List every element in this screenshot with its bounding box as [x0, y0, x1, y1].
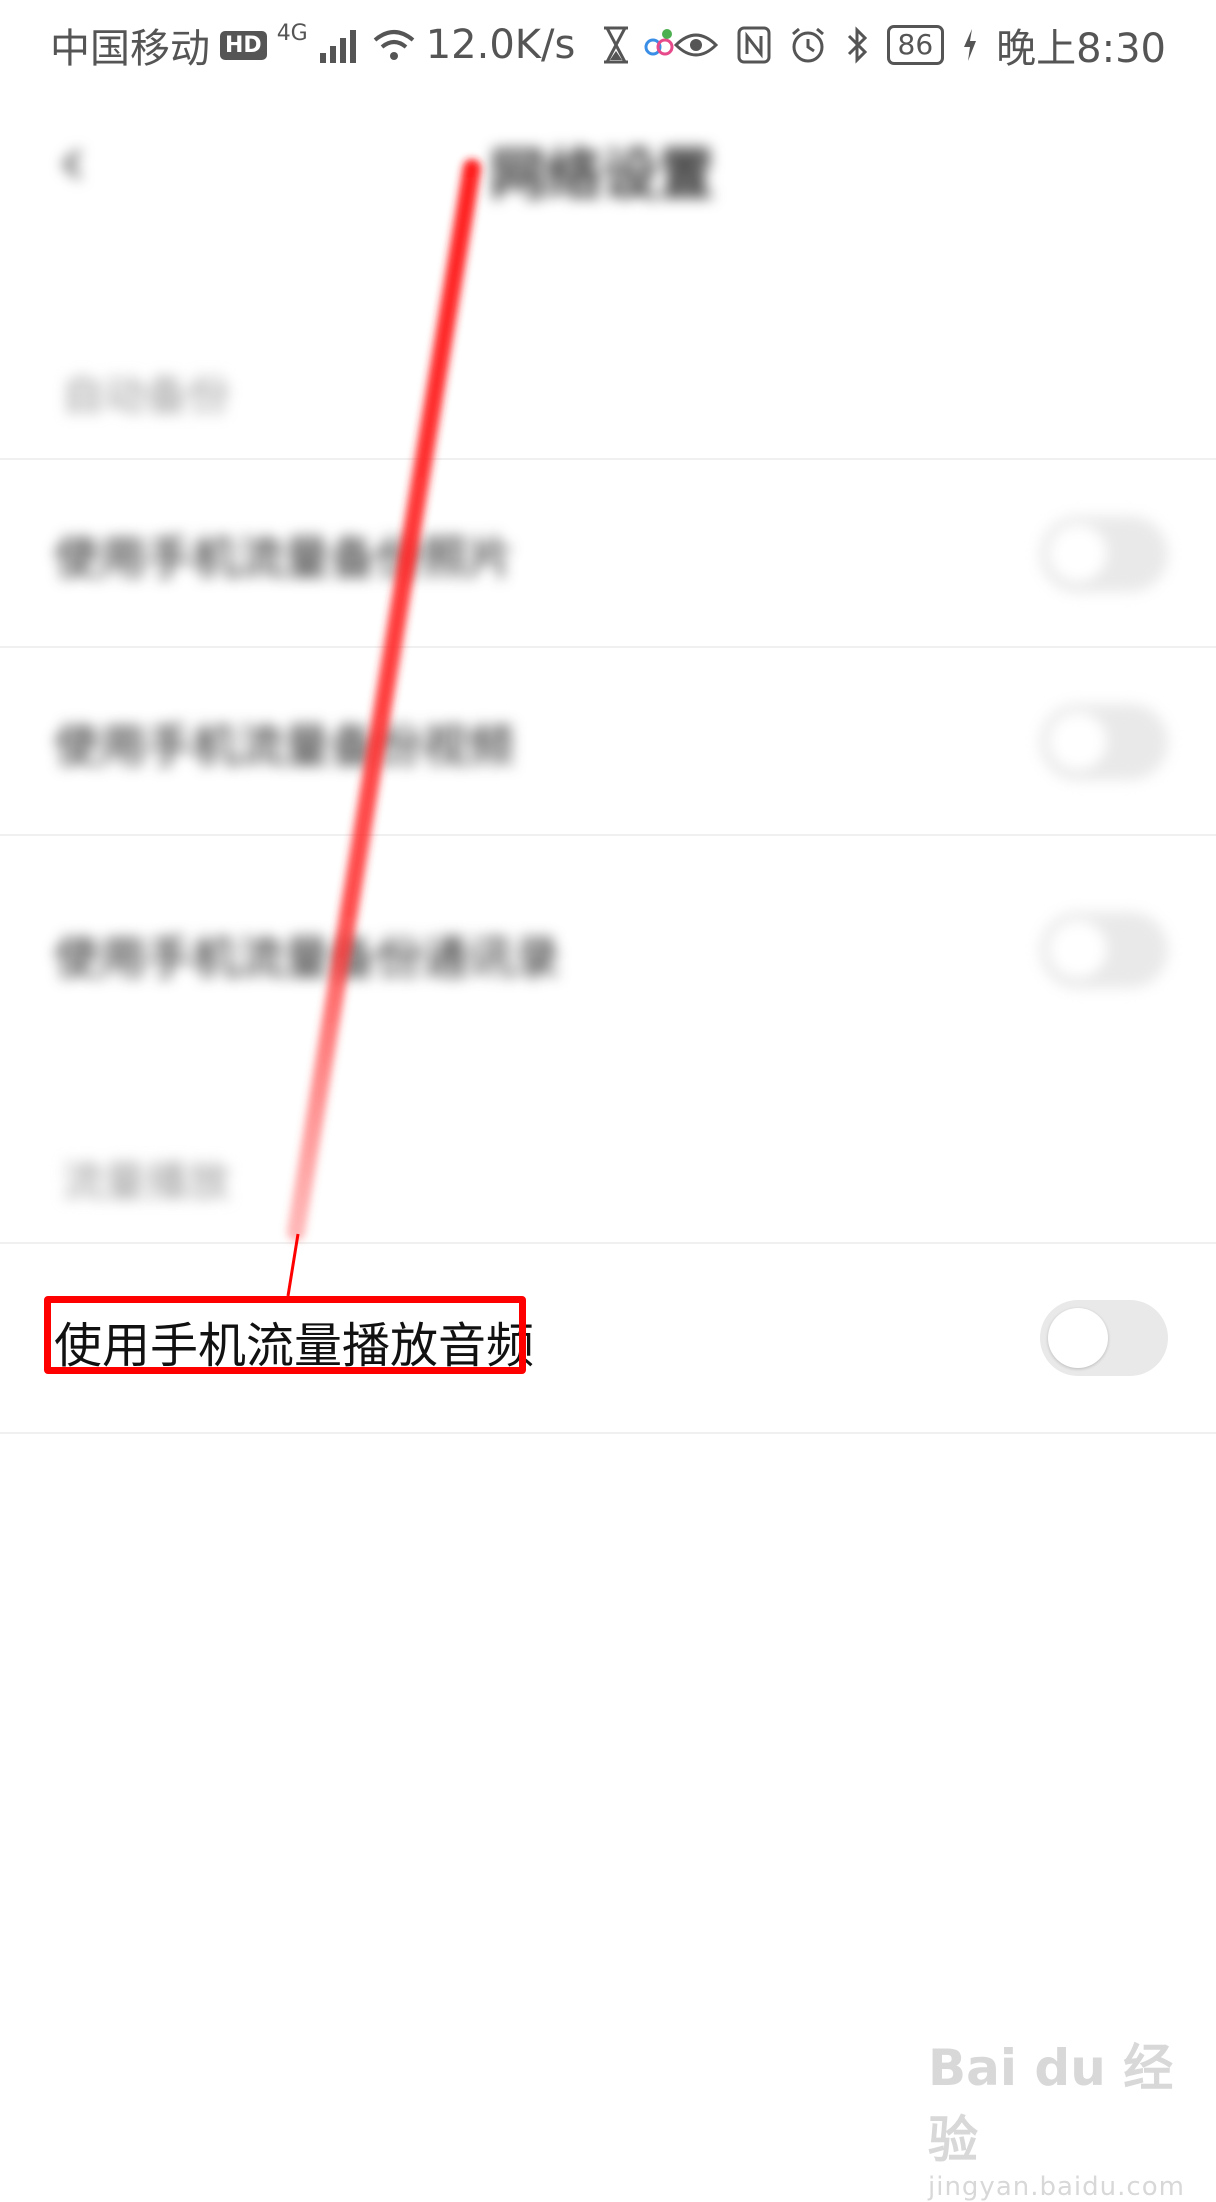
toggle-switch[interactable]: [1040, 516, 1168, 592]
section-header-auto-backup: 自动备份: [62, 371, 231, 420]
setting-label: 使用手机流量备份视频: [54, 719, 514, 773]
section-header-data-playback: 流量播放: [62, 1157, 231, 1206]
eye-icon: [673, 33, 718, 57]
hourglass-icon: [604, 26, 629, 64]
toggle-switch[interactable]: [1040, 704, 1168, 780]
alarm-icon: [791, 27, 824, 63]
toggle-knob: [1048, 1308, 1108, 1368]
settings-row-backup-videos[interactable]: 使用手机流量备份视频: [0, 646, 1216, 836]
chevron-left-icon[interactable]: ‹: [58, 120, 86, 202]
battery-indicator: 86: [886, 25, 945, 65]
network-type: 4G: [276, 20, 308, 46]
toggle-switch[interactable]: [1040, 1300, 1168, 1376]
settings-row-backup-contacts[interactable]: 使用手机流量备份通讯录: [0, 834, 1216, 1044]
toggle-knob: [1048, 920, 1108, 980]
page-title: 网络设置: [490, 143, 714, 208]
clock: 晚上8:30: [996, 26, 1166, 72]
toggle-knob: [1048, 712, 1108, 772]
carrier-name: 中国移动: [50, 26, 210, 72]
status-bar: 中国移动 HD 4G 12.0K/s 86 晚上8:30: [0, 0, 1216, 84]
setting-label: 使用手机流量备份照片: [54, 531, 514, 585]
annotation-highlight-box: [44, 1296, 526, 1374]
annotation-arrow-line: [286, 159, 481, 1297]
hd-badge: HD: [220, 30, 267, 60]
nfc-icon: [737, 26, 771, 64]
setting-label: 使用手机流量备份通讯录: [54, 931, 560, 985]
charging-icon: [964, 29, 977, 61]
toggle-knob: [1048, 524, 1108, 584]
watermark: Bai du 经验 jingyan.baidu.com: [928, 2028, 1216, 2202]
toggle-switch[interactable]: [1040, 912, 1168, 988]
settings-row-backup-photos[interactable]: 使用手机流量备份照片: [0, 458, 1216, 648]
wifi-icon: [373, 30, 415, 60]
signal-icon: [319, 30, 356, 63]
watermark-url: jingyan.baidu.com: [928, 2172, 1185, 2202]
bluetooth-icon: [847, 26, 867, 64]
top-bar: ‹ 网络设置: [0, 100, 1216, 250]
watermark-brand: Bai du 经验: [928, 2039, 1174, 2169]
network-speed: 12.0K/s: [425, 22, 576, 68]
